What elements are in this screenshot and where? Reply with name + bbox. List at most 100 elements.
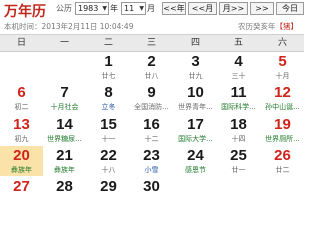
month-select-value: 11 <box>124 4 135 13</box>
day-cell-30[interactable]: 30 <box>130 177 173 207</box>
day-number: 17 <box>187 116 204 133</box>
day-lunar-label: 十一 <box>101 135 116 143</box>
day-number: 24 <box>187 147 204 164</box>
day-number: 27 <box>13 178 30 195</box>
weekday-sun: 日 <box>16 38 26 48</box>
month-select[interactable]: 11 ▼ <box>121 2 146 15</box>
day-number: 13 <box>13 116 30 133</box>
day-cell-26[interactable]: 26 廿二 <box>261 146 304 176</box>
day-lunar-label: 十四 <box>231 135 246 143</box>
prev-year-button[interactable]: <<年 <box>162 2 186 15</box>
weekday-header: 日 一 二 三 四 五 六 <box>0 34 304 52</box>
day-number: 5 <box>278 53 287 70</box>
day-cell-13[interactable]: 13 初九 <box>0 115 43 145</box>
day-cell-17[interactable]: 17 国际大学... <box>174 115 217 145</box>
day-cell-23[interactable]: 23 小雪 <box>130 146 173 176</box>
day-cell-21[interactable]: 21 彝族年 <box>43 146 86 176</box>
day-cell-15[interactable]: 15 十一 <box>87 115 130 145</box>
day-cell-25[interactable]: 25 廿一 <box>217 146 260 176</box>
lunar-year-text: 农历癸亥年【猪】 <box>238 21 298 32</box>
day-number: 30 <box>143 178 160 195</box>
day-cell-16[interactable]: 16 十二 <box>130 115 173 145</box>
day-lunar-label: 廿九 <box>188 72 203 80</box>
day-lunar-label: 立冬 <box>101 103 116 111</box>
day-cell-5[interactable]: 5 十月 <box>261 52 304 82</box>
day-number: 22 <box>100 147 117 164</box>
day-cell-19[interactable]: 19 世界厕所... <box>261 115 304 145</box>
day-number: 28 <box>56 178 73 195</box>
day-lunar-label: 国际科学... <box>221 103 256 111</box>
day-lunar-label: 初九 <box>14 135 29 143</box>
day-lunar-label: 初二 <box>14 103 29 111</box>
day-cell-27[interactable]: 27 <box>0 177 43 207</box>
local-time-text: 本机时间：2013年2月11日 10:04:49 <box>4 22 134 31</box>
day-cell-4[interactable]: 4 三十 <box>217 52 260 82</box>
day-cell-11[interactable]: 11 国际科学... <box>217 83 260 113</box>
day-number: 8 <box>104 84 113 101</box>
day-cell-14[interactable]: 14 世界糖尿... <box>43 115 86 145</box>
weekday-wed: 三 <box>146 38 156 48</box>
day-number: 11 <box>230 84 247 101</box>
weekday-mon: 一 <box>59 38 69 48</box>
day-cell-12[interactable]: 12 孙中山诞... <box>261 83 304 113</box>
weekday-fri: 五 <box>233 38 243 48</box>
day-cell-3[interactable]: 3 廿九 <box>174 52 217 82</box>
day-cell-24[interactable]: 24 感恩节 <box>174 146 217 176</box>
day-lunar-label: 彝族年 <box>11 166 32 174</box>
day-number: 14 <box>56 116 73 133</box>
day-lunar-label: 孙中山诞... <box>265 103 300 111</box>
day-cell-7[interactable]: 7 十月社会 <box>43 83 86 113</box>
day-lunar-label: 廿一 <box>231 166 246 174</box>
day-number: 12 <box>274 84 291 101</box>
calendar-system-label: 公历 <box>56 4 72 13</box>
day-number: 15 <box>100 116 117 133</box>
day-cell-28[interactable]: 28 <box>43 177 86 207</box>
day-number: 3 <box>191 53 200 70</box>
prev-month-button[interactable]: <<月 <box>188 2 217 15</box>
day-cell-18[interactable]: 18 十四 <box>217 115 260 145</box>
day-lunar-label: 国际大学... <box>178 135 213 143</box>
toolbar: 万年历 公历 1983 ▼ 年 11 ▼ 月 <<年 <<月 月>> >> 今日 <box>0 0 304 20</box>
day-lunar-label: 世界糖尿... <box>47 135 82 143</box>
day-cell-8[interactable]: 8 立冬 <box>87 83 130 113</box>
day-lunar-label: 十月社会 <box>50 103 79 111</box>
day-number: 10 <box>187 84 204 101</box>
day-cell-20[interactable]: 20 彝族年 <box>0 146 43 176</box>
weekday-sat: 六 <box>277 38 287 48</box>
day-number: 9 <box>147 84 156 101</box>
weekday-thu: 四 <box>190 38 200 48</box>
app-logo: 万年历 <box>4 4 46 20</box>
next-year-button[interactable]: >> <box>250 2 274 15</box>
day-cell-22[interactable]: 22 十八 <box>87 146 130 176</box>
day-number: 20 <box>13 147 30 164</box>
day-lunar-label: 世界厕所... <box>265 135 300 143</box>
day-cell-29[interactable]: 29 <box>87 177 130 207</box>
chevron-down-icon: ▼ <box>139 5 144 12</box>
day-number: 4 <box>234 53 243 70</box>
year-select[interactable]: 1983 ▼ <box>75 2 109 15</box>
next-month-button[interactable]: 月>> <box>219 2 248 15</box>
lunar-year-label: 农历癸亥年 <box>238 22 276 31</box>
day-cell-6[interactable]: 6 初二 <box>0 83 43 113</box>
day-cell-10[interactable]: 10 世界青年... <box>174 83 217 113</box>
day-lunar-label: 彝族年 <box>54 166 75 174</box>
day-cell-2[interactable]: 2 廿八 <box>130 52 173 82</box>
year-unit-label: 年 <box>110 4 118 13</box>
day-number: 21 <box>56 147 73 164</box>
day-lunar-label: 廿八 <box>144 72 159 80</box>
day-number: 23 <box>143 147 160 164</box>
day-cell-1[interactable]: 1 廿七 <box>87 52 130 82</box>
day-lunar-label: 世界青年... <box>178 103 213 111</box>
day-number: 2 <box>147 53 156 70</box>
day-cell-9[interactable]: 9 全国消防... <box>130 83 173 113</box>
day-lunar-label: 三十 <box>231 72 246 80</box>
day-lunar-label: 感恩节 <box>185 166 206 174</box>
day-lunar-label: 十月 <box>275 72 290 80</box>
year-select-value: 1983 <box>78 4 99 13</box>
day-lunar-label: 十八 <box>101 166 116 174</box>
today-button[interactable]: 今日 <box>276 2 304 15</box>
weekday-tue: 二 <box>103 38 113 48</box>
month-unit-label: 月 <box>147 4 155 13</box>
day-number: 7 <box>60 84 69 101</box>
day-number: 6 <box>17 84 26 101</box>
